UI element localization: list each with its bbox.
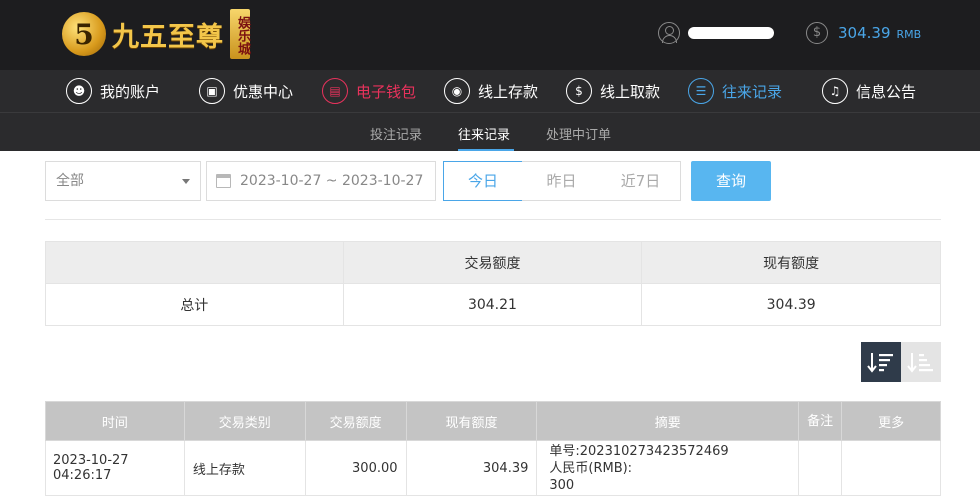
- col-summary: 摘要: [536, 401, 800, 441]
- row-summary-value: 300: [549, 478, 575, 493]
- summary-total-row: 总计 304.21 304.39: [45, 283, 941, 326]
- tab-bet-records[interactable]: 投注记录: [370, 124, 422, 143]
- main-nav: ☻ 我的账户 ▣ 优惠中心 ▤ 电子钱包 ◉ 线上存款 $ 线上取款 ☰ 往来记…: [0, 70, 980, 112]
- brand-logo[interactable]: 5 九五至尊 娱乐城: [62, 8, 250, 60]
- row-type: 线上存款: [183, 440, 306, 496]
- sort-descending-icon: [867, 353, 893, 373]
- table-row: 2023-10-27 04:26:17 线上存款 300.00 304.39 单…: [45, 440, 941, 496]
- row-amount: 300.00: [304, 440, 407, 496]
- balance-currency: RMB: [896, 28, 922, 41]
- user-icon: ☻: [66, 78, 92, 104]
- tab-transaction-records[interactable]: 往来记录: [458, 124, 510, 143]
- nav-label: 优惠中心: [233, 82, 294, 101]
- col-amount: 交易额度: [304, 401, 407, 441]
- dollar-icon: $: [806, 22, 828, 44]
- nav-label: 线上取款: [600, 82, 661, 101]
- select-value: 全部: [56, 173, 84, 189]
- balance-amount: 304.39: [838, 24, 891, 42]
- balance-display: $ 304.39 RMB: [806, 22, 921, 44]
- nav-e-wallet[interactable]: ▤ 电子钱包: [322, 77, 416, 105]
- col-remark: 备注: [798, 401, 843, 441]
- nav-announcements[interactable]: ♫ 信息公告: [822, 77, 916, 105]
- username-redacted: [688, 27, 774, 39]
- records-icon: ☰: [688, 78, 714, 104]
- col-type: 交易类别: [183, 401, 306, 441]
- user-account[interactable]: [658, 22, 774, 44]
- row-balance: 304.39: [405, 440, 538, 496]
- summary-header-row: 交易额度 现有额度: [45, 241, 941, 284]
- last-7-days-button[interactable]: 近7日: [601, 161, 681, 201]
- nav-online-deposit[interactable]: ◉ 线上存款: [444, 77, 538, 105]
- row-time: 2023-10-27 04:26:17: [45, 440, 185, 496]
- sub-nav: 投注记录 往来记录 处理中订单: [0, 112, 980, 151]
- nav-label: 电子钱包: [356, 82, 417, 101]
- summary-table: 交易额度 现有额度 总计 304.21 304.39: [45, 241, 941, 326]
- active-tab-underline: [458, 149, 514, 151]
- col-balance: 现有额度: [405, 401, 538, 441]
- chevron-down-icon: [182, 179, 190, 184]
- calendar-icon: [216, 174, 231, 188]
- summary-header-blank: [45, 241, 344, 284]
- nav-label: 线上存款: [478, 82, 539, 101]
- date-range-picker[interactable]: 2023-10-27 ~ 2023-10-27: [206, 161, 436, 201]
- summary-header-amount: 交易额度: [342, 241, 643, 284]
- brand-name: 九五至尊: [112, 21, 224, 53]
- nav-transaction-records[interactable]: ☰ 往来记录: [688, 77, 782, 105]
- top-header: 5 九五至尊 娱乐城 $ 304.39 RMB: [0, 0, 980, 70]
- brand-tag: 娱乐城: [230, 9, 250, 59]
- tab-pending-orders[interactable]: 处理中订单: [546, 124, 611, 143]
- yesterday-button[interactable]: 昨日: [522, 161, 602, 201]
- summary-total-balance: 304.39: [641, 283, 941, 326]
- records-header-row: 时间 交易类别 交易额度 现有额度 摘要 备注 更多: [45, 401, 941, 441]
- transaction-type-select[interactable]: 全部: [45, 161, 201, 201]
- deposit-icon: ◉: [444, 78, 470, 104]
- row-summary-currency: 人民币(RMB):: [549, 461, 633, 476]
- user-icon: [658, 22, 680, 44]
- date-range-value: 2023-10-27 ~ 2023-10-27: [240, 173, 424, 189]
- nav-label: 往来记录: [722, 82, 783, 101]
- summary-header-balance: 现有额度: [641, 241, 941, 284]
- withdraw-icon: $: [566, 78, 592, 104]
- row-summary-order-no: 单号:202310273423572469: [549, 444, 729, 459]
- row-summary: 单号:202310273423572469 人民币(RMB): 300: [536, 440, 800, 496]
- nav-online-withdraw[interactable]: $ 线上取款: [566, 77, 660, 105]
- nav-promotions[interactable]: ▣ 优惠中心: [199, 77, 293, 105]
- logo-badge-icon: 5: [62, 12, 106, 56]
- records-table: 时间 交易类别 交易额度 现有额度 摘要 备注 更多 2023-10-27 04…: [45, 401, 941, 496]
- summary-total-label: 总计: [45, 283, 344, 326]
- sort-ascending-button[interactable]: [901, 342, 941, 382]
- row-more[interactable]: [841, 440, 941, 496]
- today-button[interactable]: 今日: [443, 161, 523, 201]
- col-more: 更多: [841, 401, 941, 441]
- bell-icon: ♫: [822, 78, 848, 104]
- summary-total-amount: 304.21: [342, 283, 643, 326]
- query-button[interactable]: 查询: [691, 161, 771, 201]
- nav-label: 信息公告: [856, 82, 917, 101]
- divider: [45, 219, 941, 220]
- col-time: 时间: [45, 401, 185, 441]
- nav-label: 我的账户: [100, 82, 161, 101]
- sort-descending-button[interactable]: [861, 342, 901, 382]
- sort-ascending-icon: [907, 353, 933, 373]
- row-remark: [798, 440, 843, 496]
- gift-icon: ▣: [199, 78, 225, 104]
- wallet-icon: ▤: [322, 78, 348, 104]
- nav-my-account[interactable]: ☻ 我的账户: [66, 77, 160, 105]
